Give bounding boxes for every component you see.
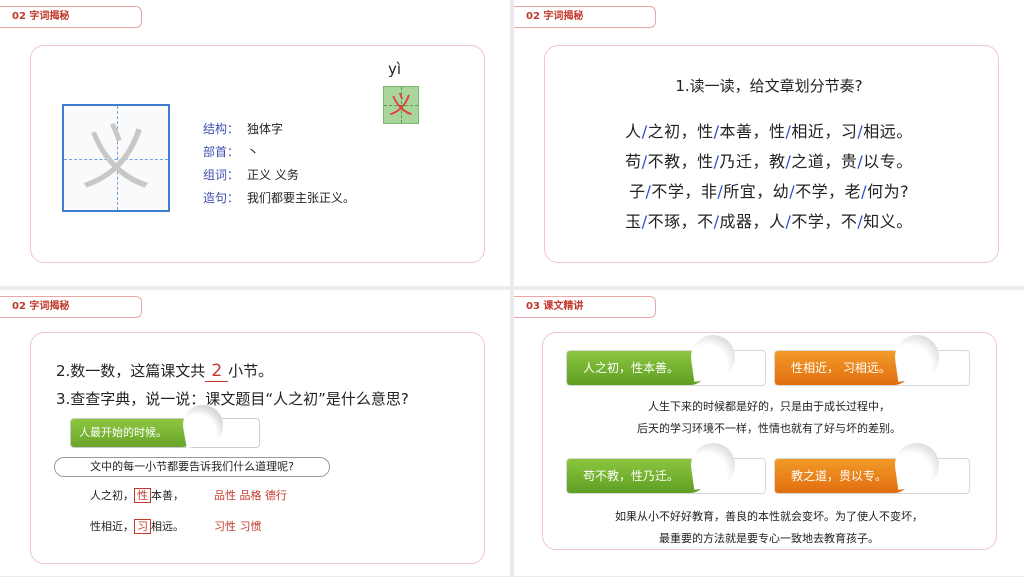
explanation-line: 最重要的方法就是要专心一致地去教育孩子。 bbox=[659, 532, 879, 545]
slide-character-analysis[interactable]: 02 字词揭秘 义 结构： 独体字 部首：丶 组词： 正义 义务 造句： 我们都要主张… bbox=[0, 0, 510, 286]
question-2: 2.数一数，这篇课文共 2 小节。 bbox=[56, 361, 274, 382]
slide-questions[interactable]: 02 字词揭秘 2.数一数，这篇课文共 2 小节。 3.查查字典，说一说：课文题目“… bbox=[0, 290, 510, 576]
slide-text-explanation[interactable]: 03 课文精讲 人之初，性本善。 性相近， 习相远。 人生下来的时候都是好的，只… bbox=[514, 290, 1024, 576]
phrase-banner[interactable]: 性相近， 习相远。 bbox=[774, 332, 970, 386]
question-title: 1.读一读，给文章划分节奏? bbox=[675, 77, 863, 95]
info-row: 组词： 正义 义务 bbox=[203, 168, 299, 182]
text-line: 人之初，性本善， bbox=[90, 488, 184, 503]
phrase-banner[interactable]: 教之道，贵以专。 bbox=[774, 440, 970, 494]
answer-banner[interactable]: 人最开始的时候。 bbox=[70, 401, 260, 449]
character-grid: 义 bbox=[62, 104, 170, 212]
explanation-line: 如果从小不好好教育，善良的本性就会变坏。为了使人不变坏， bbox=[615, 510, 923, 523]
poem-line: 苟/不教，性/乃迁，教/之道，贵/以专。 bbox=[625, 152, 913, 171]
poem-line: 子/不学，非/所宜，幼/不学，老/何为? bbox=[628, 182, 910, 201]
phrase-banner[interactable]: 苟不教，性乃迁。 bbox=[566, 440, 766, 494]
info-row: 部首：丶 bbox=[203, 145, 260, 159]
pinyin-label: yì bbox=[388, 60, 402, 78]
section-tag: 03 课文精讲 bbox=[514, 296, 656, 318]
poem-line: 人/之初，性/本善，性/相近，习/相远。 bbox=[625, 122, 913, 141]
question-3: 3.查查字典，说一说：课文题目“人之初”是什么意思? bbox=[56, 390, 409, 408]
info-row: 结构： 独体字 bbox=[203, 122, 284, 136]
answer-text: 人最开始的时候。 bbox=[71, 419, 196, 447]
explanation-line: 人生下来的时候都是好的，只是由于成长过程中， bbox=[648, 400, 890, 413]
large-character: 义 bbox=[81, 117, 151, 199]
phrase-banner[interactable]: 人之初，性本善。 bbox=[566, 332, 766, 386]
related-words: 品性 品格 德行 bbox=[214, 489, 287, 502]
character-info: 结构： 独体字 部首：丶 组词： 正义 义务 造句： 我们都要主张正义。 bbox=[203, 118, 355, 210]
highlight-char: 性 bbox=[134, 488, 151, 503]
poem-line: 玉/不琢，不/成器，人/不学，不/知义。 bbox=[625, 212, 913, 231]
stroke-order-character[interactable]: 义 bbox=[383, 86, 419, 124]
slide-reading-rhythm[interactable]: 02 字词揭秘 1.读一读，给文章划分节奏? 人/之初，性/本善，性/相近，习/… bbox=[514, 0, 1024, 286]
info-row: 造句： 我们都要主张正义。 bbox=[203, 191, 356, 205]
answer-blank: 2 bbox=[205, 361, 229, 382]
related-words: 习性 习惯 bbox=[214, 520, 262, 533]
text-line: 性相近，习相远。 bbox=[90, 519, 184, 534]
section-tag: 02 字词揭秘 bbox=[0, 6, 142, 28]
question-4: 文中的每一小节都要告诉我们什么道理呢? bbox=[54, 457, 330, 477]
section-tag: 02 字词揭秘 bbox=[0, 296, 142, 318]
highlight-char: 习 bbox=[134, 519, 151, 534]
section-tag: 02 字词揭秘 bbox=[514, 6, 656, 28]
explanation-line: 后天的学习环境不一样，性情也就有了好与坏的差别。 bbox=[637, 422, 901, 435]
poem-text: 人/之初，性/本善，性/相近，习/相远。 苟/不教，性/乃迁，教/之道，贵/以专… bbox=[514, 117, 1024, 237]
